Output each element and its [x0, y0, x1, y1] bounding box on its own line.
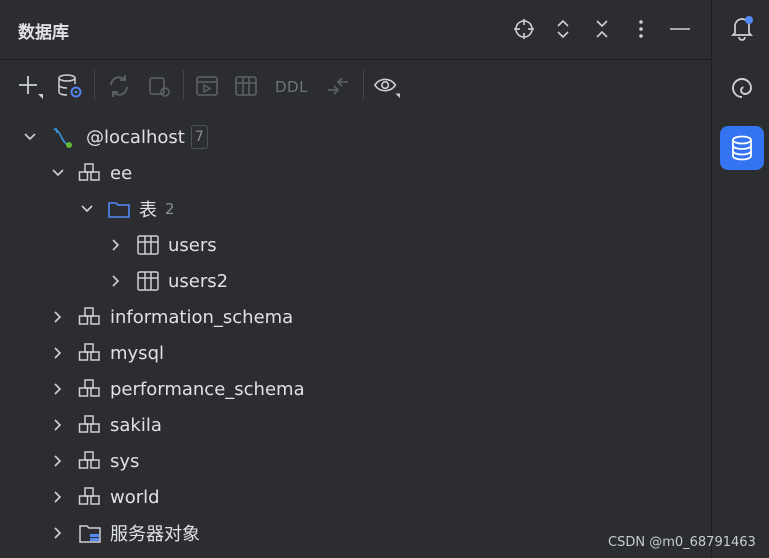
toolbar-separator — [94, 70, 95, 100]
tree-node-label: 表 — [139, 200, 157, 221]
chevron-right-icon[interactable] — [108, 273, 124, 289]
chevron-right-icon[interactable] — [108, 237, 124, 253]
folder-icon — [107, 197, 131, 221]
schema-icon — [78, 161, 102, 185]
chevron-right-icon[interactable] — [50, 345, 66, 361]
schema-icon — [78, 413, 102, 437]
toolbar-separator — [363, 70, 364, 100]
more-vertical-icon[interactable] — [629, 17, 653, 41]
tree-node-label: sakila — [110, 414, 162, 436]
schema-icon — [78, 449, 102, 473]
server-folder-icon — [78, 521, 102, 545]
tree-node-label: 服务器对象 — [110, 524, 200, 545]
chevron-right-icon[interactable] — [50, 417, 66, 433]
notifications-icon[interactable] — [720, 6, 764, 50]
tree-node-label: mysql — [110, 342, 164, 364]
table-icon — [136, 233, 160, 257]
table-view-icon[interactable] — [232, 72, 260, 100]
chevron-right-icon[interactable] — [50, 525, 66, 541]
tree-node-schema-sys[interactable]: sys — [50, 443, 139, 479]
chevron-down-icon[interactable] — [22, 129, 38, 145]
tree-node-schema-information-schema[interactable]: information_schema — [50, 299, 293, 335]
chevron-down-icon[interactable] — [79, 201, 95, 217]
tree-node-label: performance_schema — [110, 378, 305, 400]
datasource-settings-icon[interactable] — [56, 72, 84, 100]
toolbar-separator — [183, 70, 184, 100]
schema-icon — [78, 485, 102, 509]
collapse-vertical-icon[interactable] — [590, 17, 614, 41]
tree-node-label: sys — [110, 450, 140, 472]
tree-node-label: users2 — [168, 270, 229, 292]
database-tool-window: 数据库 DDL @localhost 7 ee 表 2 users users2… — [0, 0, 711, 558]
tree-node-tables-folder[interactable]: 表 2 — [79, 191, 175, 227]
count-badge: 7 — [190, 125, 208, 149]
tree-node-table-users[interactable]: users — [108, 227, 217, 263]
tree-node-schema-ee[interactable]: ee — [50, 155, 132, 191]
chevron-right-icon[interactable] — [50, 489, 66, 505]
table-icon — [136, 269, 160, 293]
chevron-right-icon[interactable] — [50, 309, 66, 325]
mysql-dolphin-icon — [50, 125, 74, 149]
expand-vertical-icon[interactable] — [551, 17, 575, 41]
watermark-text: CSDN @m0_68791463 — [608, 535, 756, 550]
tree-node-label: information_schema — [110, 306, 294, 328]
tree-node-schema-mysql[interactable]: mysql — [50, 335, 164, 371]
ai-assistant-icon[interactable] — [720, 66, 764, 110]
tool-window-title: 数据库 — [18, 23, 69, 43]
item-count: 2 — [165, 200, 175, 218]
tree-node-label: @localhost — [86, 126, 185, 148]
add-icon[interactable] — [16, 72, 44, 100]
tree-node-schema-sakila[interactable]: sakila — [50, 407, 162, 443]
tree-node-localhost[interactable]: @localhost 7 — [22, 119, 208, 155]
tree-node-label: ee — [110, 162, 133, 184]
schema-icon — [78, 305, 102, 329]
tree-node-server-objects[interactable]: 服务器对象 — [50, 515, 200, 551]
tree-node-label: users — [168, 234, 217, 256]
tool-window-header: 数据库 — [0, 0, 711, 60]
schema-icon — [78, 377, 102, 401]
ddl-button[interactable]: DDL — [275, 78, 308, 96]
chevron-right-icon[interactable] — [50, 453, 66, 469]
tree-node-label: world — [110, 486, 160, 508]
minimize-icon[interactable] — [668, 17, 692, 41]
query-console-icon[interactable] — [193, 72, 221, 100]
chevron-right-icon[interactable] — [50, 381, 66, 397]
chevron-down-icon[interactable] — [50, 165, 66, 181]
compare-icon[interactable] — [324, 72, 352, 100]
schema-icon — [78, 341, 102, 365]
view-options-icon[interactable] — [373, 72, 401, 100]
tree-node-table-users2[interactable]: users2 — [108, 263, 228, 299]
tree-node-schema-performance-schema[interactable]: performance_schema — [50, 371, 305, 407]
refresh-icon[interactable] — [105, 72, 133, 100]
jump-to-query-console-icon[interactable] — [145, 72, 173, 100]
database-icon[interactable] — [720, 126, 764, 170]
crosshair-icon[interactable] — [512, 17, 536, 41]
tree-node-schema-world[interactable]: world — [50, 479, 160, 515]
